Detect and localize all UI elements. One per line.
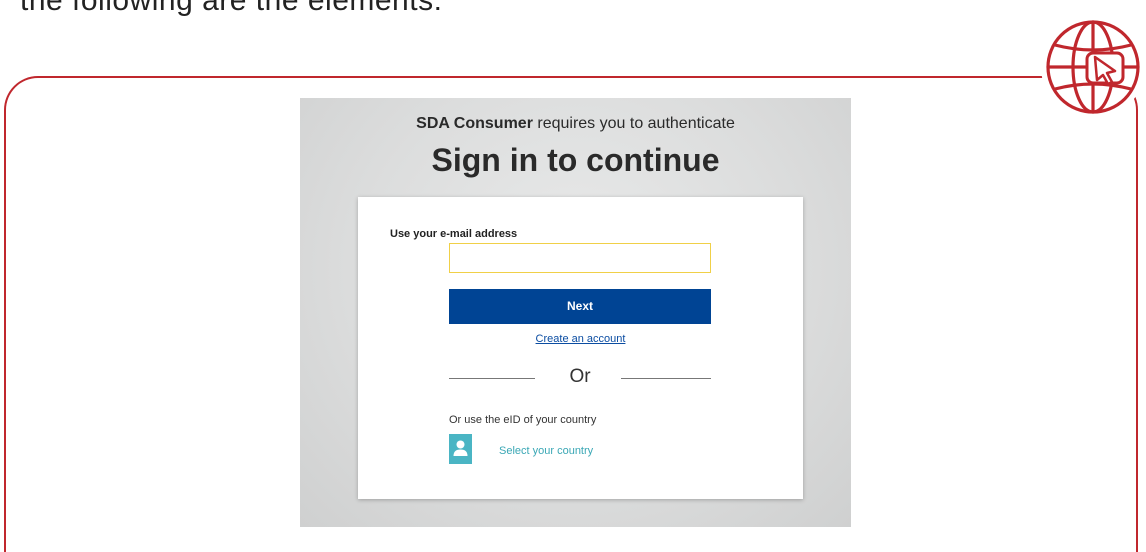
page-title: Sign in to continue: [431, 142, 720, 178]
create-account-link-text[interactable]: Create an account: [536, 333, 626, 345]
select-country-link[interactable]: Select your country: [499, 445, 593, 457]
create-account-link: Create an account: [300, 333, 861, 345]
globe-cursor-icon: [1041, 15, 1145, 119]
next-button[interactable]: Next: [449, 289, 711, 324]
auth-requirement-text: SDA Consumer requires you to authenticat…: [300, 115, 851, 133]
eid-label: Or use the eID of your country: [449, 414, 597, 426]
email-label: Use your e-mail address: [390, 228, 518, 240]
login-screenshot: SDA Consumer requires you to authenticat…: [300, 98, 851, 527]
slide-heading-cutoff: the following are the elements:: [20, 0, 443, 17]
user-icon[interactable]: [449, 434, 472, 464]
or-label: Or: [569, 366, 591, 387]
divider-line-left: [449, 378, 535, 379]
email-field[interactable]: [449, 243, 711, 273]
auth-suffix: requires you to authenticate: [537, 115, 735, 132]
divider-line-right: [621, 378, 711, 379]
or-divider: Or: [449, 366, 711, 390]
app-name: SDA Consumer: [416, 115, 533, 132]
slide: the following are the elements: SDA Cons…: [0, 0, 1146, 552]
